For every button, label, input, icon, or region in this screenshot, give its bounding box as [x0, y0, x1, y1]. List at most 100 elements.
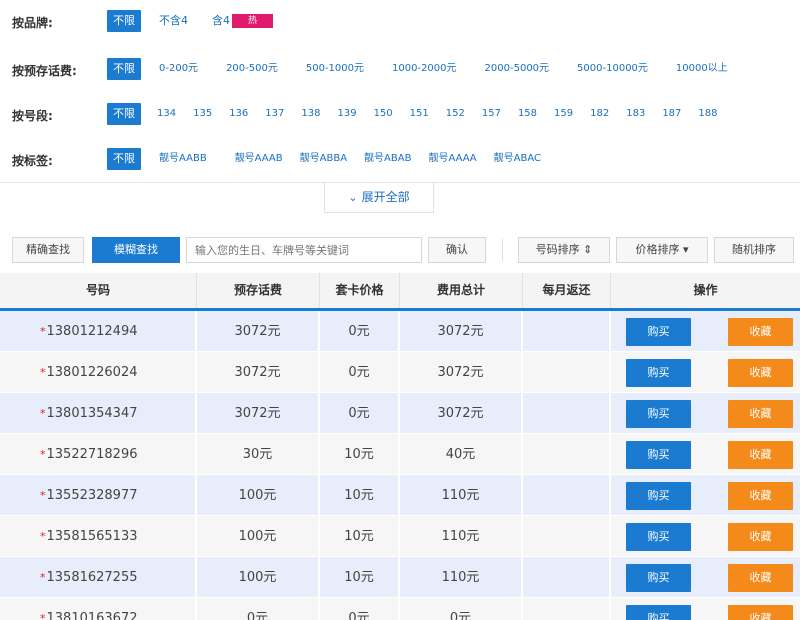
filter-label: 按预存话费:: [12, 64, 77, 78]
table-row: *13810163672 0元 0元 0元 购买 收藏: [0, 598, 800, 620]
star-icon: *: [40, 489, 46, 502]
favorite-button[interactable]: 收藏: [728, 400, 793, 428]
filter-option[interactable]: 135: [189, 103, 216, 125]
monthly-return-cell: [523, 475, 611, 516]
favorite-button[interactable]: 收藏: [728, 359, 793, 387]
buy-button[interactable]: 购买: [626, 564, 691, 592]
filter-option[interactable]: 151: [406, 103, 433, 125]
buy-button[interactable]: 购买: [626, 523, 691, 551]
phone-number-cell[interactable]: *13581627255: [0, 557, 197, 598]
filter-option[interactable]: 152: [442, 103, 469, 125]
filter-option[interactable]: 500-1000元: [300, 58, 370, 80]
filter-option[interactable]: 靓号AAAB: [229, 148, 289, 170]
filter-option[interactable]: 2000-5000元: [479, 58, 556, 80]
phone-number-cell[interactable]: *13522718296: [0, 434, 197, 475]
favorite-button[interactable]: 收藏: [728, 523, 793, 551]
phone-number-cell[interactable]: *13801226024: [0, 352, 197, 393]
table-row: *13801226024 3072元 0元 3072元 购买 收藏: [0, 352, 800, 393]
monthly-return-cell: [523, 311, 611, 352]
filter-option[interactable]: 159: [550, 103, 577, 125]
expand-all-button[interactable]: ⌄ 展开全部: [324, 183, 434, 213]
favorite-button[interactable]: 收藏: [728, 318, 793, 346]
filter-option-any[interactable]: 不限: [107, 103, 141, 125]
filter-option[interactable]: 靓号AAAA: [422, 148, 482, 170]
header-card-price: 套卡价格: [320, 273, 400, 308]
total-cell: 110元: [400, 557, 523, 598]
prepaid-cell: 100元: [197, 475, 320, 516]
filter-option[interactable]: 1000-2000元: [386, 58, 463, 80]
phone-number: 13801226024: [46, 365, 138, 380]
favorite-button[interactable]: 收藏: [728, 564, 793, 592]
filter-option-any[interactable]: 不限: [107, 148, 141, 170]
star-icon: *: [40, 325, 46, 338]
exact-search-button[interactable]: 精确查找: [12, 237, 84, 263]
filter-option[interactable]: 134: [153, 103, 180, 125]
phone-number-cell[interactable]: *13552328977: [0, 475, 197, 516]
table-row: *13552328977 100元 10元 110元 购买 收藏: [0, 475, 800, 516]
filter-option[interactable]: 183: [622, 103, 649, 125]
phone-number: 13801354347: [46, 406, 138, 421]
buy-button[interactable]: 购买: [626, 359, 691, 387]
phone-number: 13581565133: [46, 529, 138, 544]
filter-option[interactable]: 158: [514, 103, 541, 125]
sort-by-price-button[interactable]: 价格排序 ▾: [616, 237, 708, 263]
filter-option[interactable]: 138: [297, 103, 324, 125]
filter-option[interactable]: 5000-10000元: [571, 58, 654, 80]
filter-option[interactable]: 188: [694, 103, 721, 125]
table-row: *13581627255 100元 10元 110元 购买 收藏: [0, 557, 800, 598]
buy-button[interactable]: 购买: [626, 441, 691, 469]
phone-number-cell[interactable]: *13581565133: [0, 516, 197, 557]
filter-option[interactable]: 靓号ABBA: [294, 148, 353, 170]
filter-option[interactable]: 不含4: [153, 10, 194, 32]
filter-option-any[interactable]: 不限: [107, 10, 141, 32]
phone-number: 13522718296: [46, 447, 138, 462]
filter-option[interactable]: 靓号ABAC: [488, 148, 547, 170]
total-cell: 3072元: [400, 311, 523, 352]
buy-button[interactable]: 购买: [626, 605, 691, 620]
favorite-button[interactable]: 收藏: [728, 441, 793, 469]
filter-option[interactable]: 150: [370, 103, 397, 125]
actions-cell: 购买 收藏: [611, 393, 800, 434]
prepaid-cell: 3072元: [197, 393, 320, 434]
favorite-button[interactable]: 收藏: [728, 605, 793, 620]
filter-option[interactable]: 200-500元: [220, 58, 284, 80]
confirm-button[interactable]: 确认: [428, 237, 486, 263]
buy-button[interactable]: 购买: [626, 318, 691, 346]
actions-cell: 购买 收藏: [611, 352, 800, 393]
actions-cell: 购买 收藏: [611, 434, 800, 475]
card-price-cell: 0元: [320, 352, 400, 393]
filter-label: 按标签:: [12, 154, 53, 168]
filter-option[interactable]: 187: [658, 103, 685, 125]
sort-random-button[interactable]: 随机排序: [714, 237, 794, 263]
phone-number-cell[interactable]: *13801354347: [0, 393, 197, 434]
filter-option[interactable]: 靓号AABB: [153, 148, 213, 170]
actions-cell: 购买 收藏: [611, 598, 800, 620]
phone-number-cell[interactable]: *13810163672: [0, 598, 197, 620]
table-row: *13801354347 3072元 0元 3072元 购买 收藏: [0, 393, 800, 434]
filter-option[interactable]: 10000以上: [670, 58, 734, 80]
filter-option[interactable]: 182: [586, 103, 613, 125]
total-cell: 40元: [400, 434, 523, 475]
search-input[interactable]: [186, 237, 422, 263]
card-price-cell: 10元: [320, 557, 400, 598]
filter-option[interactable]: 靓号ABAB: [358, 148, 417, 170]
sort-by-number-button[interactable]: 号码排序 ⇕: [518, 237, 610, 263]
star-icon: *: [40, 612, 46, 620]
monthly-return-cell: [523, 393, 611, 434]
filter-option[interactable]: 139: [333, 103, 360, 125]
filter-option[interactable]: 157: [478, 103, 505, 125]
filter-option-any[interactable]: 不限: [107, 58, 141, 80]
favorite-button[interactable]: 收藏: [728, 482, 793, 510]
card-price-cell: 10元: [320, 434, 400, 475]
filter-option[interactable]: 137: [261, 103, 288, 125]
phone-number-cell[interactable]: *13801212494: [0, 311, 197, 352]
filter-option[interactable]: 0-200元: [153, 58, 204, 80]
filter-option[interactable]: 136: [225, 103, 252, 125]
buy-button[interactable]: 购买: [626, 400, 691, 428]
search-bar: 精确查找 模糊查找 确认 号码排序 ⇕ 价格排序 ▾ 随机排序: [0, 237, 800, 265]
buy-button[interactable]: 购买: [626, 482, 691, 510]
star-icon: *: [40, 530, 46, 543]
phone-number: 13801212494: [46, 324, 138, 339]
header-monthly-return: 每月返还: [523, 273, 611, 308]
fuzzy-search-button[interactable]: 模糊查找: [92, 237, 180, 263]
